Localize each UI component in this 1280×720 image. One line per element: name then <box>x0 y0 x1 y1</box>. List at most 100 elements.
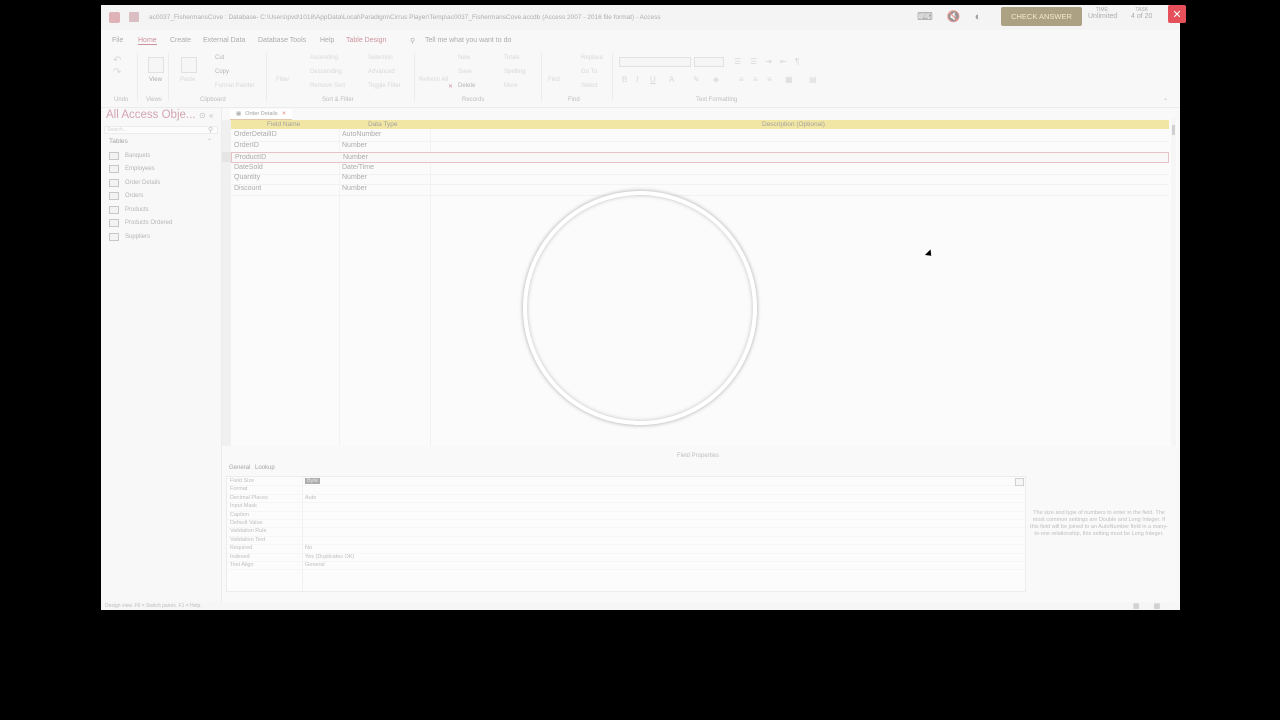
tab-database-tools[interactable]: Database Tools <box>258 37 306 44</box>
row-selector[interactable] <box>222 152 231 162</box>
tab-table-design[interactable]: Table Design <box>346 37 386 44</box>
view-icon[interactable] <box>148 57 164 73</box>
data-type-cell[interactable]: Number <box>342 174 367 181</box>
property-value[interactable]: No <box>305 545 312 551</box>
find-button[interactable]: Find <box>548 77 560 83</box>
paragraph-direction-icon[interactable]: ¶ <box>795 57 799 66</box>
scrollbar-thumb[interactable] <box>1172 125 1175 135</box>
remove-sort-button[interactable]: Remove Sort <box>310 83 345 89</box>
selection-button[interactable]: Selection <box>368 55 393 61</box>
nav-item-products-ordered[interactable]: Products Ordered <box>109 219 172 227</box>
search-icon[interactable]: ⚲ <box>208 126 213 134</box>
vertical-scrollbar[interactable] <box>1171 118 1176 446</box>
data-type-cell[interactable]: AutoNumber <box>342 131 381 138</box>
toggle-filter-button[interactable]: Toggle Filter <box>368 83 401 89</box>
keyboard-icon[interactable]: ⌨ <box>917 10 933 23</box>
datasheet-view-icon[interactable]: ▦ <box>1133 603 1140 610</box>
property-row[interactable]: Text Align General <box>227 561 1025 571</box>
more-button[interactable]: More <box>504 83 518 89</box>
field-name-cell[interactable]: DateSold <box>234 164 263 171</box>
descending-button[interactable]: Descending <box>310 69 342 75</box>
save-record-button[interactable]: Save <box>458 69 472 75</box>
gridlines-icon[interactable]: ▦ <box>785 75 793 84</box>
view-button-label[interactable]: View <box>149 77 162 83</box>
align-left-icon[interactable]: ≡ <box>739 75 744 84</box>
refresh-all-button[interactable]: Refresh All <box>419 77 448 83</box>
bullets-icon[interactable]: ☰ <box>734 57 741 66</box>
nav-search-input[interactable]: Search... <box>104 126 218 134</box>
paste-icon[interactable] <box>181 57 197 73</box>
numbering-icon[interactable]: ☰ <box>750 57 757 66</box>
table-row[interactable]: Discount Number <box>231 184 1169 196</box>
cut-button[interactable]: Cut <box>215 55 224 61</box>
copy-button[interactable]: Copy <box>215 69 229 75</box>
table-row[interactable]: OrderDetailID AutoNumber <box>231 130 1169 142</box>
nav-collapse-icon[interactable]: « <box>209 111 213 120</box>
spelling-button[interactable]: Spelling <box>504 69 525 75</box>
field-name-cell[interactable]: ProductID <box>235 154 266 161</box>
section-collapse-icon[interactable]: ⌃ <box>207 138 212 145</box>
field-name-cell[interactable]: Quantity <box>234 174 260 181</box>
field-name-cell[interactable]: OrderID <box>234 142 259 149</box>
table-row[interactable]: OrderID Number <box>231 141 1169 153</box>
nav-item-suppliers[interactable]: Suppliers <box>109 233 150 241</box>
nav-item-products[interactable]: Products <box>109 206 149 214</box>
nav-item-banquets[interactable]: Banquets <box>109 152 150 160</box>
tab-file[interactable]: File <box>112 37 123 44</box>
delete-icon[interactable]: ✕ <box>448 83 453 90</box>
indent-decrease-icon[interactable]: ⇤ <box>780 57 787 66</box>
format-painter-button[interactable]: Format Painter <box>215 83 255 89</box>
nav-pane-title[interactable]: All Access Obje... <box>106 109 195 121</box>
paste-button-label[interactable]: Paste <box>180 77 195 83</box>
tab-order-details[interactable]: ▦ Order Details ✕ <box>230 109 293 120</box>
select-button[interactable]: Select <box>581 83 598 89</box>
replace-button[interactable]: Replace <box>581 55 603 61</box>
delete-record-button[interactable]: Delete <box>458 83 475 89</box>
table-row[interactable]: Quantity Number <box>231 173 1169 185</box>
filter-button[interactable]: Filter <box>276 77 289 83</box>
save-icon[interactable] <box>129 12 139 22</box>
alternate-row-color-icon[interactable]: ▤ <box>809 75 817 84</box>
highlight-icon[interactable]: ✎ <box>693 75 700 84</box>
new-record-button[interactable]: New <box>458 55 470 61</box>
tab-general[interactable]: General <box>229 465 250 471</box>
data-type-cell[interactable]: Number <box>342 185 367 192</box>
goto-button[interactable]: Go To <box>581 69 597 75</box>
advanced-button[interactable]: Advanced <box>368 69 395 75</box>
data-type-cell[interactable]: Number <box>342 142 367 149</box>
check-answer-button[interactable]: CHECK ANSWER <box>1001 7 1082 26</box>
close-button[interactable]: ✕ <box>1168 5 1186 23</box>
property-value[interactable]: Yes (Duplicates OK) <box>305 554 354 560</box>
font-color-icon[interactable]: A <box>669 75 674 84</box>
totals-button[interactable]: Totals <box>504 55 520 61</box>
nav-item-order-details[interactable]: Order Details <box>109 179 160 187</box>
close-icon[interactable]: ✕ <box>282 111 287 117</box>
data-type-cell[interactable]: Date/Time <box>342 164 374 171</box>
align-center-icon[interactable]: ≡ <box>753 75 758 84</box>
indent-increase-icon[interactable]: ⇥ <box>765 57 772 66</box>
property-value[interactable]: Auto <box>305 495 316 501</box>
redo-icon[interactable]: ↷ <box>113 67 121 78</box>
align-right-icon[interactable]: ≡ <box>767 75 772 84</box>
fill-color-icon[interactable]: ◈ <box>713 75 719 84</box>
tab-create[interactable]: Create <box>170 37 191 44</box>
tab-lookup[interactable]: Lookup <box>255 465 275 471</box>
font-name-dropdown[interactable] <box>619 57 691 67</box>
ascending-button[interactable]: Ascending <box>310 55 338 61</box>
nav-options-icon[interactable]: ⊙ <box>199 111 206 120</box>
tell-me-input[interactable]: Tell me what you want to do <box>425 37 511 44</box>
mute-icon[interactable]: 🔇 <box>947 10 961 23</box>
nav-item-employees[interactable]: Employees <box>109 165 155 173</box>
undo-icon[interactable]: ↶ <box>113 55 121 66</box>
table-row[interactable]: ProductID Number <box>231 152 1169 163</box>
underline-icon[interactable]: U <box>650 75 656 84</box>
collapse-ribbon-icon[interactable]: ⌄ <box>1163 95 1168 102</box>
property-value[interactable]: General <box>305 562 325 568</box>
nav-section-tables[interactable]: Tables <box>109 138 128 145</box>
tab-home[interactable]: Home <box>138 37 157 45</box>
bold-icon[interactable]: B <box>622 75 627 84</box>
font-size-dropdown[interactable] <box>694 57 724 67</box>
nav-item-orders[interactable]: Orders <box>109 192 143 200</box>
italic-icon[interactable]: I <box>636 75 638 84</box>
tab-external-data[interactable]: External Data <box>203 37 245 44</box>
